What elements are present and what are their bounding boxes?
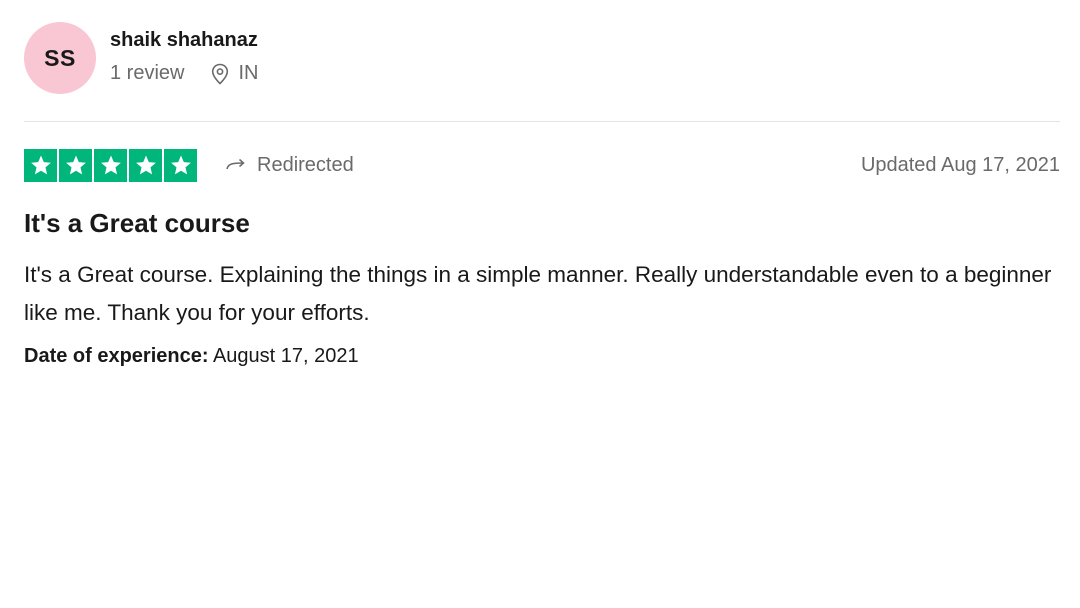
avatar[interactable]: SS (24, 22, 96, 94)
star-icon (24, 148, 57, 182)
redirect-label[interactable]: Redirected (225, 154, 354, 177)
review-body: It's a Great course. Explaining the thin… (24, 262, 1052, 325)
reviewer-location: IN (210, 62, 258, 85)
reviewer-header: SS shaik shahanaz 1 review IN (24, 22, 258, 94)
reviewer-info: shaik shahanaz 1 review IN (110, 22, 258, 85)
experience-date: August 17, 2021 (212, 345, 359, 367)
experience-label: Date of experience: (24, 345, 209, 367)
star-icon (164, 148, 197, 182)
review-title[interactable]: It's a Great course (24, 208, 250, 239)
redirect-text: Redirected (257, 153, 354, 176)
rating-row: Redirected Updated Aug 17, 2021 (24, 147, 1060, 183)
star-icon (129, 148, 162, 182)
star-icon (59, 148, 92, 182)
avatar-initials: SS (44, 44, 76, 71)
divider (24, 121, 1060, 122)
date-of-experience: Date of experience: August 17, 2021 (24, 345, 359, 368)
updated-date: Updated Aug 17, 2021 (860, 153, 1060, 176)
star-rating (24, 148, 197, 182)
reviewer-name[interactable]: shaik shahanaz (110, 28, 258, 52)
review-count: 1 review (110, 62, 185, 84)
star-icon (94, 148, 127, 182)
reviewer-meta: 1 review IN (110, 62, 258, 85)
country-code: IN (238, 62, 259, 84)
review-card: SS shaik shahanaz 1 review IN Redirected… (0, 0, 1080, 608)
redirect-arrow-icon (226, 158, 245, 170)
location-pin-icon (212, 63, 229, 85)
